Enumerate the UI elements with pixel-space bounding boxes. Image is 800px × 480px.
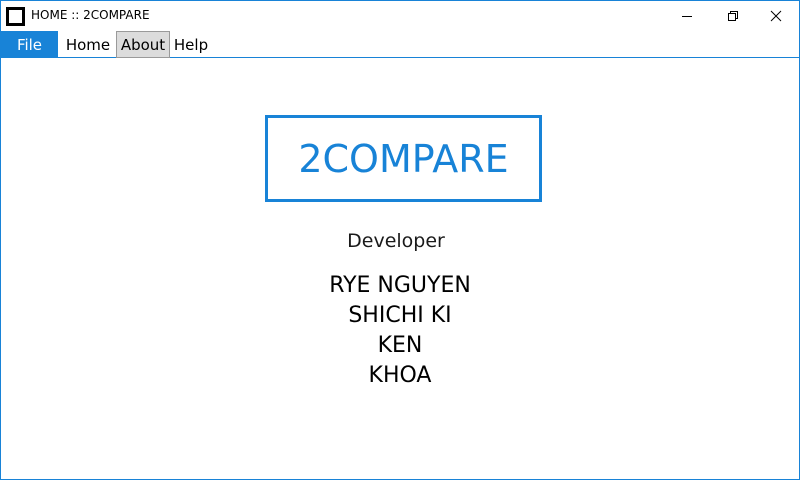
menu-bar: File Home About Help	[1, 31, 799, 58]
minimize-icon	[682, 16, 692, 17]
restore-button[interactable]	[710, 1, 756, 31]
restore-icon	[728, 11, 738, 21]
developer-name: RYE NGUYEN	[329, 273, 471, 298]
developer-list: RYE NGUYEN SHICHI KI KEN KHOA	[1, 271, 799, 391]
app-icon	[6, 7, 25, 26]
app-logo-box: 2COMPARE	[265, 115, 542, 202]
developer-name: SHICHI KI	[348, 303, 452, 328]
app-window: HOME :: 2COMPARE File Home About Help 2C…	[0, 0, 800, 480]
menu-item-about[interactable]: About	[116, 31, 170, 58]
title-bar[interactable]: HOME :: 2COMPARE	[1, 1, 799, 31]
developer-name: KHOA	[368, 363, 432, 388]
window-title: HOME :: 2COMPARE	[31, 8, 150, 22]
developer-name: KEN	[377, 333, 423, 358]
close-button[interactable]	[753, 1, 799, 31]
developer-heading: Developer	[347, 230, 445, 252]
minimize-button[interactable]	[664, 1, 710, 31]
close-icon	[770, 10, 782, 22]
menu-item-home[interactable]: Home	[61, 31, 115, 58]
menu-item-help[interactable]: Help	[171, 31, 211, 58]
menu-item-file[interactable]: File	[1, 31, 58, 58]
app-logo-text: 2COMPARE	[298, 136, 509, 181]
